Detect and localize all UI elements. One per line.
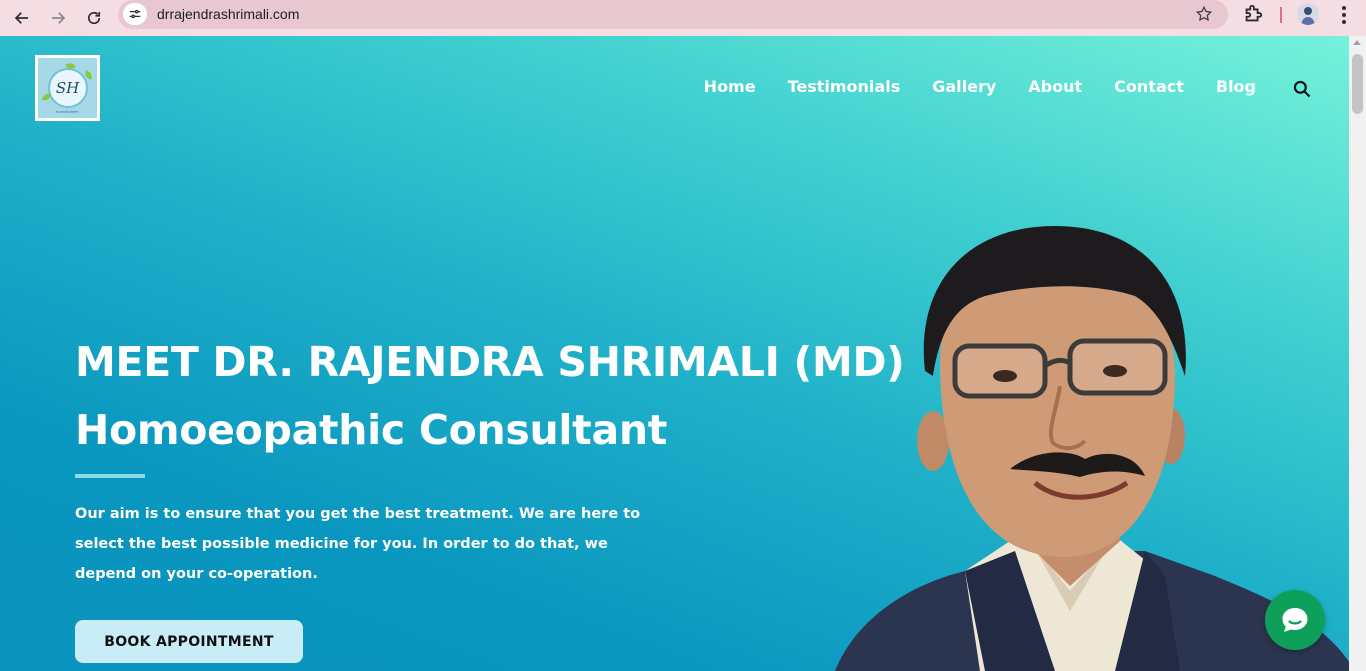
- extensions-icon[interactable]: [1242, 3, 1266, 27]
- heading-underline: [75, 474, 145, 478]
- toolbar-divider: [1280, 7, 1282, 23]
- nav-home[interactable]: Home: [704, 77, 756, 96]
- hero-description: Our aim is to ensure that you get the be…: [75, 506, 641, 582]
- leaf-icon: [41, 91, 52, 103]
- hero-section: SH HOMOEOPATHY Home Testimonials Gallery…: [0, 36, 1349, 671]
- nav-blog[interactable]: Blog: [1216, 77, 1256, 96]
- hero-title-line-2: Homoeopathic Consultant: [75, 406, 668, 454]
- nav-testimonials[interactable]: Testimonials: [788, 77, 901, 96]
- site-logo[interactable]: SH HOMOEOPATHY: [35, 55, 100, 121]
- scrollbar-thumb[interactable]: [1352, 54, 1363, 114]
- doctor-portrait: [835, 226, 1349, 671]
- browser-toolbar: drrajendrashrimali.com: [0, 0, 1366, 36]
- scroll-up-icon[interactable]: [1353, 40, 1361, 45]
- address-bar[interactable]: drrajendrashrimali.com: [118, 0, 1228, 29]
- back-icon[interactable]: [8, 4, 36, 32]
- logo-monogram: SH: [47, 68, 88, 108]
- site-info-icon[interactable]: [123, 3, 147, 25]
- logo-tagline: HOMOEOPATHY: [55, 110, 80, 114]
- book-appointment-button[interactable]: BOOK APPOINTMENT: [75, 620, 303, 663]
- reload-icon[interactable]: [80, 4, 108, 32]
- main-navigation: Home Testimonials Gallery About Contact …: [704, 77, 1256, 96]
- forward-icon[interactable]: [44, 4, 72, 32]
- page-scrollbar[interactable]: [1349, 36, 1366, 671]
- hero-heading: MEET DR. RAJENDRA SHRIMALI (MD) Homoeopa…: [75, 328, 905, 464]
- nav-about[interactable]: About: [1028, 77, 1082, 96]
- search-icon[interactable]: [1292, 79, 1312, 99]
- nav-gallery[interactable]: Gallery: [932, 77, 996, 96]
- nav-contact[interactable]: Contact: [1114, 77, 1184, 96]
- chat-bubble-icon: [1282, 608, 1308, 632]
- more-menu-icon[interactable]: [1334, 4, 1354, 26]
- url-text[interactable]: drrajendrashrimali.com: [157, 6, 299, 22]
- profile-avatar[interactable]: [1297, 3, 1319, 25]
- logo-emblem: SH HOMOEOPATHY: [38, 58, 97, 118]
- chat-button[interactable]: [1265, 590, 1325, 650]
- bookmark-star-icon[interactable]: [1194, 4, 1214, 24]
- hero-title-line-1: MEET DR. RAJENDRA SHRIMALI (MD): [75, 338, 905, 386]
